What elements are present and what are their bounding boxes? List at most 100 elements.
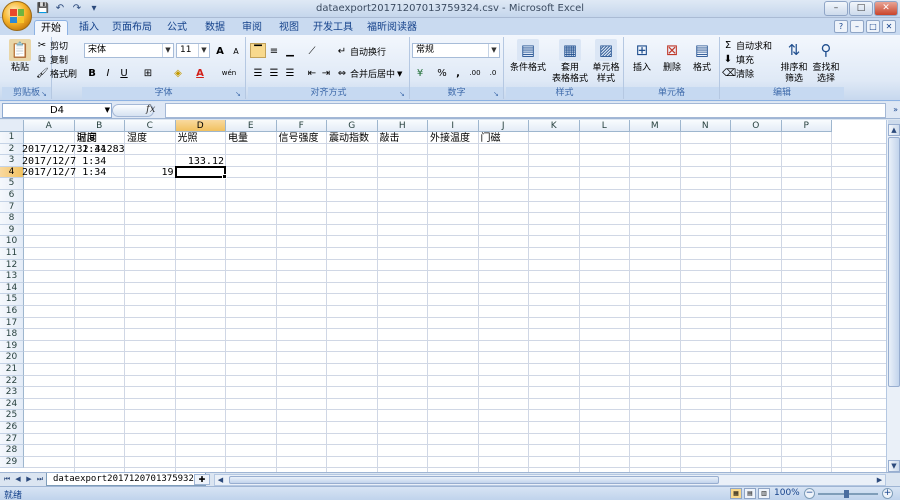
row-header-12[interactable]: 12 [0,259,24,272]
column-header-i[interactable]: I [428,120,479,132]
cell-a3[interactable]: 2017/12/7 1:34 [22,156,106,167]
tab-home[interactable]: 开始 [34,20,68,36]
zoom-out-icon[interactable]: − [804,488,815,499]
increase-indent-icon[interactable]: ⇥ [318,65,334,80]
cell-styles-button[interactable]: ▨ 单元格 样式 [590,39,622,85]
scroll-left-icon[interactable]: ◀ [215,475,226,485]
wrap-text-button[interactable]: ↵ 自动换行 [336,45,386,59]
cell-c1[interactable]: 湿度 [127,133,174,144]
align-center-icon[interactable]: ☰ [266,65,282,80]
row-header-15[interactable]: 15 [0,294,24,306]
page-layout-view-icon[interactable]: ▤ [744,488,756,499]
column-header-h[interactable]: H [377,120,428,132]
row-header-4[interactable]: 4 [0,166,24,179]
italic-button[interactable]: I [100,65,116,80]
last-sheet-icon[interactable]: ⏭ [35,474,45,485]
delete-cells-button[interactable]: ⊠ 删除 [656,39,688,74]
cell-h1[interactable]: 敲击 [380,133,427,144]
column-header-o[interactable]: O [731,120,782,132]
formula-input[interactable] [165,103,886,118]
column-header-c[interactable]: C [125,120,176,132]
cell-b2[interactable]: 32.41283 [77,144,125,155]
clear-button[interactable]: ⌫ 清除 [722,67,754,81]
column-header-d[interactable]: D [175,120,226,132]
worksheet-grid[interactable]: A B C D E F G H I J K L M N O P 1 2 3 4 5 6 7 8 9 10 11 12 13 14 15 16 1… [0,120,886,472]
row-header-23[interactable]: 23 [0,387,24,399]
increase-decimal-button[interactable]: .00 [466,65,484,80]
format-as-table-button[interactable]: ▦ 套用 表格格式 [550,39,590,85]
column-header-l[interactable]: L [579,120,630,132]
fill-handle[interactable] [222,174,227,180]
percent-button[interactable]: % [434,65,450,80]
select-all-button[interactable] [0,120,24,132]
sort-filter-button[interactable]: ⇅ 排序和 筛选 [778,39,810,85]
column-header-j[interactable]: J [478,120,529,132]
fill-color-icon[interactable]: ◈ [170,65,186,80]
align-right-icon[interactable]: ☰ [282,65,298,80]
row-header-27[interactable]: 27 [0,433,24,446]
cell-d1[interactable]: 光照 [178,133,225,144]
merge-center-button[interactable]: ⇔ 合并后居中 ▼ [336,67,403,81]
align-middle-icon[interactable]: ≡ [266,43,282,58]
column-header-e[interactable]: E [226,120,277,132]
prev-sheet-icon[interactable]: ◀ [13,474,23,485]
bold-button[interactable]: B [84,65,100,80]
row-header-16[interactable]: 16 [0,306,24,318]
cut-button[interactable]: ✂ 剪切 [36,39,68,53]
column-header-k[interactable]: K [529,120,580,132]
cell-g1[interactable]: 震动指数 [329,133,376,144]
row-header-10[interactable]: 10 [0,236,24,248]
row-header-9[interactable]: 9 [0,224,24,237]
tab-formulas[interactable]: 公式 [162,20,192,36]
ribbon-close-icon[interactable]: ✕ [882,20,896,33]
close-button[interactable]: ✕ [874,1,898,16]
horizontal-scroll-thumb[interactable] [229,476,719,484]
clipboard-launcher-icon[interactable]: ↘ [41,90,49,98]
zoom-level[interactable]: 100% [774,488,800,498]
column-header-g[interactable]: G [327,120,378,132]
row-header-21[interactable]: 21 [0,364,24,376]
normal-view-icon[interactable]: ▦ [730,488,742,499]
column-header-b[interactable]: B [74,120,125,132]
row-header-17[interactable]: 17 [0,317,24,330]
copy-button[interactable]: ⧉ 复制 [36,53,68,67]
column-header-p[interactable]: P [781,120,832,132]
row-header-6[interactable]: 6 [0,190,24,202]
autosum-button[interactable]: Σ 自动求和 [722,39,772,53]
vertical-scrollbar[interactable]: ▲ ▼ [886,120,900,472]
number-format-select[interactable]: 常规 ▼ [412,43,500,58]
row-header-20[interactable]: 20 [0,352,24,364]
row-header-2[interactable]: 2 [0,143,24,156]
active-cell-selection[interactable] [174,165,227,180]
first-sheet-icon[interactable]: ⏮ [2,474,12,485]
format-painter-button[interactable]: 🖌 格式刷 [36,67,77,81]
currency-icon[interactable]: ¥ [412,65,428,80]
vertical-scroll-thumb[interactable] [888,137,900,387]
help-icon[interactable]: ? [834,20,848,33]
next-sheet-icon[interactable]: ▶ [24,474,34,485]
cell-e1[interactable]: 电量 [228,133,275,144]
tab-insert[interactable]: 插入 [74,20,104,36]
scroll-up-icon[interactable]: ▲ [888,124,900,136]
tab-data[interactable]: 数据 [200,20,230,36]
font-launcher-icon[interactable]: ↘ [235,90,243,98]
tab-page-layout[interactable]: 页面布局 [110,20,154,36]
column-header-f[interactable]: F [276,120,327,132]
tab-view[interactable]: 视图 [274,20,304,36]
zoom-in-icon[interactable]: + [882,488,893,499]
align-left-icon[interactable]: ☰ [250,65,266,80]
underline-button[interactable]: U [116,65,132,80]
horizontal-scrollbar[interactable]: ◀ ▶ [214,474,886,486]
find-select-button[interactable]: ⚲ 查找和 选择 [810,39,842,85]
row-header-18[interactable]: 18 [0,329,24,341]
conditional-format-button[interactable]: ▤ 条件格式 [508,39,548,74]
name-box[interactable]: D4 ▼ [2,103,112,118]
expand-formula-icon[interactable]: » [893,105,898,114]
column-header-m[interactable]: M [630,120,681,132]
sheet-tab[interactable]: dataexport20171207013759324 [46,473,207,486]
row-header-29[interactable]: 29 [0,456,24,469]
paste-button[interactable]: 📋 粘贴 [4,39,36,74]
row-header-1[interactable]: 1 [0,132,24,144]
row-header-13[interactable]: 13 [0,271,24,283]
ribbon-minimize-icon[interactable]: – [850,20,864,33]
